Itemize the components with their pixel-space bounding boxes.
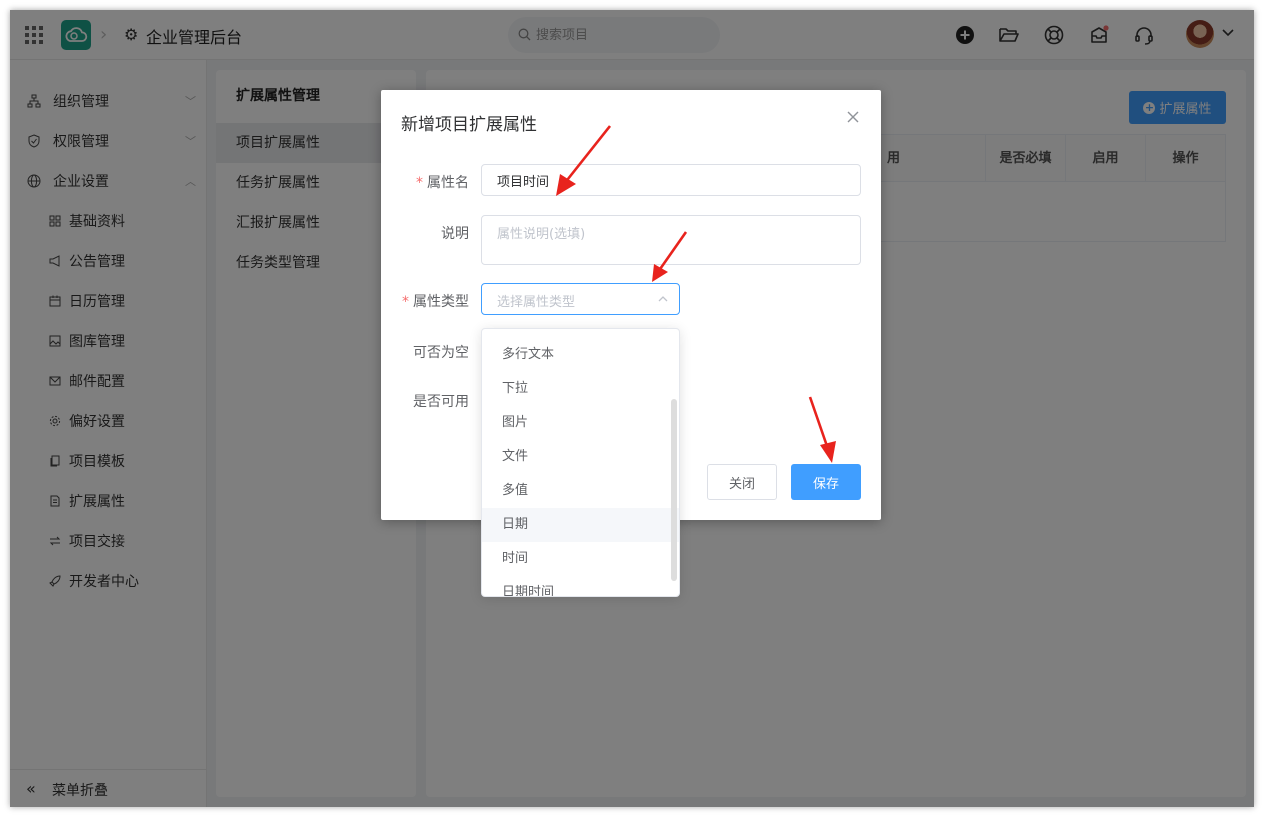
dropdown-option-multiline-text[interactable]: 多行文本 (482, 338, 679, 372)
dropdown-option-file[interactable]: 文件 (482, 440, 679, 474)
dropdown-option-date[interactable]: 日期 (482, 508, 679, 542)
name-label: * 属性名 (416, 175, 469, 191)
description-label: 说明 (441, 226, 469, 242)
attribute-type-dropdown: 多行文本 下拉 图片 文件 多值 日期 时间 日期时间 (481, 328, 680, 597)
dropdown-option-time[interactable]: 时间 (482, 542, 679, 576)
save-button[interactable]: 保存 (791, 464, 861, 500)
dropdown-option-multi-value[interactable]: 多值 (482, 474, 679, 508)
nullable-label: 可否为空 (413, 345, 469, 361)
type-label: * 属性类型 (402, 294, 469, 310)
required-asterisk: * (416, 175, 423, 191)
app-window: › ⚙ 企业管理后台 (10, 10, 1254, 807)
chevron-up-icon (658, 296, 668, 302)
dialog-title: 新增项目扩展属性 (401, 115, 537, 135)
close-button[interactable]: 关闭 (707, 464, 777, 500)
dropdown-scrollbar[interactable] (671, 399, 677, 581)
enabled-label: 是否可用 (413, 394, 469, 410)
dropdown-option-datetime[interactable]: 日期时间 (482, 576, 679, 596)
attribute-name-input[interactable] (481, 164, 861, 196)
select-placeholder: 选择属性类型 (497, 295, 576, 310)
dropdown-option-select[interactable]: 下拉 (482, 372, 679, 406)
dropdown-option-image[interactable]: 图片 (482, 406, 679, 440)
description-textarea[interactable] (481, 215, 861, 265)
attribute-type-select[interactable]: 选择属性类型 (481, 283, 680, 315)
close-icon[interactable] (846, 110, 860, 124)
required-asterisk: * (402, 294, 409, 310)
